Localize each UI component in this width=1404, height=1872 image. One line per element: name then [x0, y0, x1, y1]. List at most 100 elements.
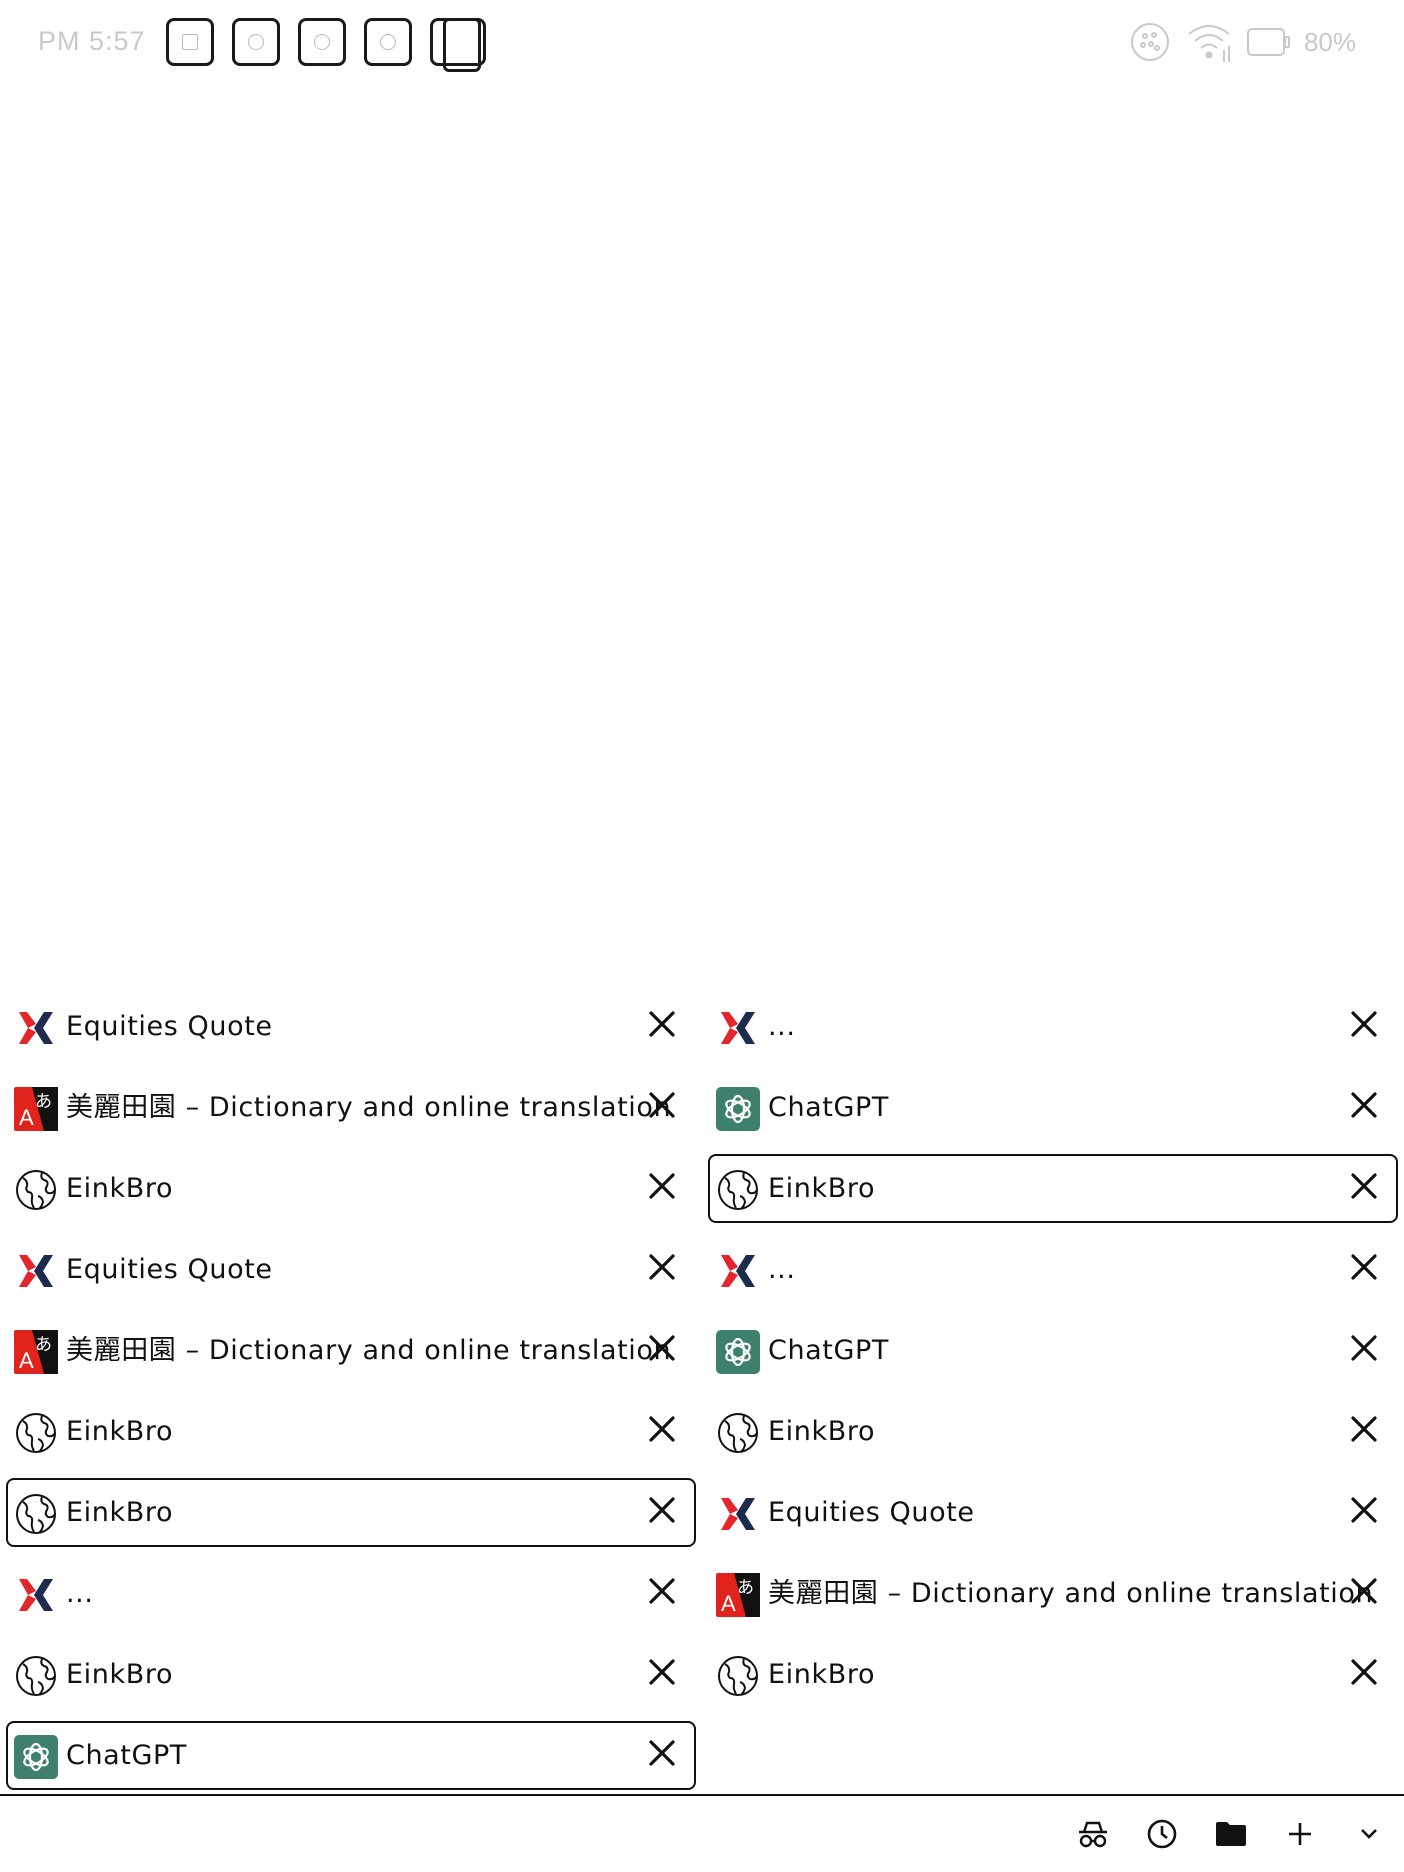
tab-title: EinkBro [66, 1659, 174, 1690]
close-tab-button[interactable] [640, 1652, 684, 1696]
close-tab-button[interactable] [1342, 1004, 1386, 1048]
tab-item[interactable]: ChatGPT [708, 1073, 1398, 1142]
tab-title: EinkBro [66, 1173, 174, 1204]
translate-icon: A あ [14, 1330, 58, 1374]
system-tray: 80% [1128, 20, 1356, 64]
close-icon [1349, 1414, 1379, 1449]
tab-title: ChatGPT [768, 1092, 889, 1123]
tab-item[interactable]: Equities Quote [708, 1478, 1398, 1547]
chevron-down-icon [1361, 1829, 1377, 1839]
incognito-icon [1079, 1821, 1107, 1848]
tab-title: ChatGPT [768, 1335, 889, 1366]
x-logo-icon [716, 1492, 760, 1536]
close-tab-button[interactable] [1342, 1085, 1386, 1129]
close-tab-button[interactable] [640, 1247, 684, 1291]
close-tab-button[interactable] [1342, 1247, 1386, 1291]
wifi-icon[interactable] [1186, 20, 1232, 64]
tab-item[interactable]: EinkBro [6, 1397, 696, 1466]
close-tab-button[interactable] [640, 1085, 684, 1129]
globe-icon [14, 1168, 58, 1212]
tab-item[interactable]: EinkBro [6, 1154, 696, 1223]
reader-app-icon[interactable] [166, 18, 214, 66]
tab-title: ... [768, 1011, 796, 1042]
tab-item[interactable]: A あ 美麗田園 – Dictionary and online transla… [708, 1559, 1398, 1628]
close-tab-button[interactable] [1342, 1409, 1386, 1453]
svg-text:A: A [19, 1105, 34, 1130]
tab-item[interactable]: EinkBro [6, 1478, 696, 1547]
close-icon [647, 1657, 677, 1692]
close-icon [1349, 1576, 1379, 1611]
tab-title: 美麗田園 – Dictionary and online translation [66, 1092, 672, 1123]
tab-title: EinkBro [768, 1173, 876, 1204]
x-logo-icon [716, 1249, 760, 1293]
incognito-button[interactable] [1069, 1810, 1117, 1858]
browser-app-icon[interactable] [364, 18, 412, 66]
close-tab-button[interactable] [1342, 1166, 1386, 1210]
tab-item[interactable]: ChatGPT [708, 1316, 1398, 1385]
tab-item[interactable]: EinkBro [708, 1154, 1398, 1223]
battery-icon [1246, 28, 1290, 56]
close-tab-button[interactable] [640, 1571, 684, 1615]
tab-grid: Equities Quote A あ 美麗田園 – Dictionary and… [0, 992, 1404, 1790]
svg-text:A: A [19, 1348, 34, 1373]
globe-icon [716, 1654, 760, 1698]
close-tab-button[interactable] [640, 1328, 684, 1372]
tab-item[interactable]: EinkBro [708, 1640, 1398, 1709]
close-icon [647, 1495, 677, 1530]
close-tab-button[interactable] [1342, 1571, 1386, 1615]
close-icon [1349, 1657, 1379, 1692]
tab-item[interactable]: Equities Quote [6, 1235, 696, 1304]
tab-item[interactable]: ... [708, 1235, 1398, 1304]
x-logo-icon [14, 1249, 58, 1293]
close-tab-button[interactable] [1342, 1490, 1386, 1534]
bookmarks-button[interactable] [1207, 1810, 1255, 1858]
browser-app-icon[interactable] [298, 18, 346, 66]
tab-item[interactable]: EinkBro [708, 1397, 1398, 1466]
settings-dots-icon[interactable] [1128, 20, 1172, 64]
close-icon [1349, 1009, 1379, 1044]
folder-icon [1216, 1822, 1246, 1846]
close-tab-button[interactable] [1342, 1328, 1386, 1372]
close-icon [647, 1414, 677, 1449]
new-tab-button[interactable] [1276, 1810, 1324, 1858]
close-tab-button[interactable] [640, 1409, 684, 1453]
tab-title: EinkBro [768, 1659, 876, 1690]
close-tab-button[interactable] [640, 1166, 684, 1210]
svg-text:あ: あ [35, 1092, 52, 1112]
svg-text:あ: あ [737, 1578, 754, 1598]
tab-item[interactable]: ... [708, 992, 1398, 1061]
close-icon [1349, 1252, 1379, 1287]
globe-icon [14, 1492, 58, 1536]
x-logo-icon [716, 1006, 760, 1050]
close-tab-button[interactable] [640, 1733, 684, 1777]
chatgpt-icon [716, 1330, 760, 1374]
tab-item[interactable]: EinkBro [6, 1640, 696, 1709]
close-tab-button[interactable] [1342, 1652, 1386, 1696]
tab-item[interactable]: A あ 美麗田園 – Dictionary and online transla… [6, 1316, 696, 1385]
tab-item[interactable]: Equities Quote [6, 992, 696, 1061]
tab-title: ... [768, 1254, 796, 1285]
tab-title: Equities Quote [66, 1011, 273, 1042]
close-icon [647, 1333, 677, 1368]
recent-apps-icon[interactable] [430, 18, 486, 72]
globe-icon [716, 1411, 760, 1455]
globe-icon [14, 1411, 58, 1455]
tab-title: ChatGPT [66, 1740, 187, 1771]
tab-item[interactable]: A あ 美麗田園 – Dictionary and online transla… [6, 1073, 696, 1142]
close-tab-button[interactable] [640, 1490, 684, 1534]
svg-text:あ: あ [35, 1335, 52, 1355]
tab-title: Equities Quote [768, 1497, 975, 1528]
svg-text:A: A [721, 1591, 736, 1616]
close-tab-button[interactable] [640, 1004, 684, 1048]
tab-item[interactable]: ChatGPT [6, 1721, 696, 1790]
translate-icon: A あ [716, 1573, 760, 1617]
browser-app-icon[interactable] [232, 18, 280, 66]
tab-item[interactable]: ... [6, 1559, 696, 1628]
collapse-button[interactable] [1345, 1810, 1393, 1858]
translate-icon: A あ [14, 1087, 58, 1131]
battery-percent: 80% [1303, 26, 1356, 57]
app-window: PM 5:57 80% Equities Quote A あ 美麗田園 – Di… [0, 0, 1404, 1872]
history-button[interactable] [1138, 1810, 1186, 1858]
close-icon [1349, 1333, 1379, 1368]
bottom-toolbar [0, 1796, 1404, 1872]
